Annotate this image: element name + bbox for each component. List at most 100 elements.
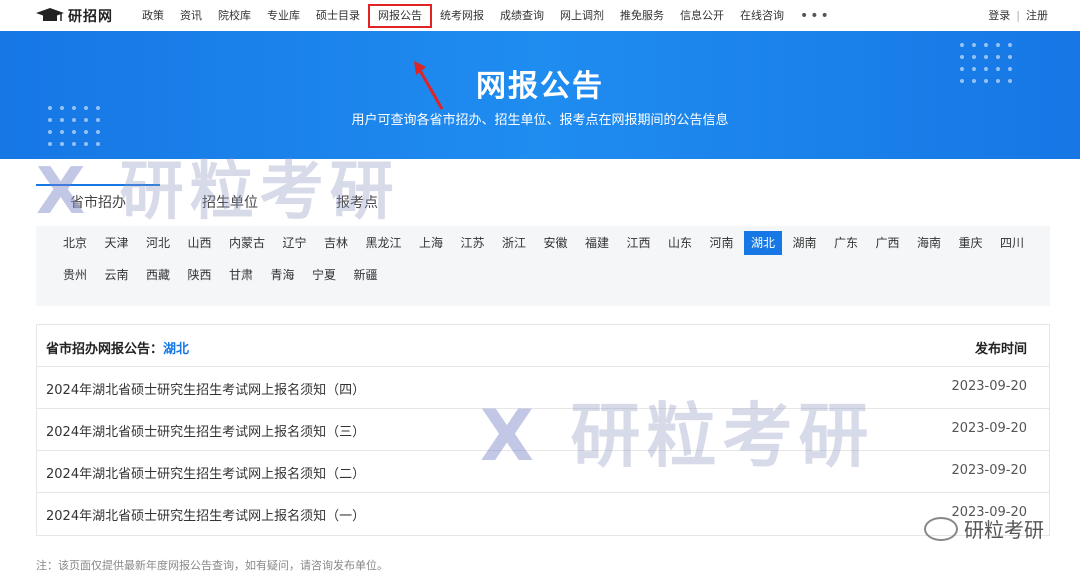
announcement-table: 省市招办网报公告：湖北 发布时间 2024年湖北省硕士研究生招生考试网上报名须知… [36,324,1050,536]
tab-exam-site[interactable]: 报考点 [336,192,378,212]
province-row1-1[interactable]: 天津 [98,231,136,255]
announcement-title[interactable]: 2024年湖北省硕士研究生招生考试网上报名须知（二） [46,463,365,482]
province-row1-4[interactable]: 内蒙古 [222,231,272,255]
province-row1-20[interactable]: 海南 [910,231,948,255]
province-row2-5[interactable]: 青海 [264,263,302,287]
table-header-label: 省市招办网报公告：湖北 [46,338,189,357]
province-row1-11[interactable]: 安徽 [537,231,575,255]
announcement-date: 2023-09-20 [951,463,1027,478]
province-row2-4[interactable]: 甘肃 [222,263,260,287]
province-row2-2[interactable]: 西藏 [139,263,177,287]
decor-dot [60,130,64,134]
nav-item-9[interactable]: 推免服务 [612,4,672,28]
decor-dot [48,130,52,134]
table-body: 2024年湖北省硕士研究生招生考试网上报名须知（四） 2023-09-20 2024… [37,367,1049,535]
decor-dot [960,43,964,47]
top-navbar: 研招网 政策 资讯 院校库 专业库 硕士目录 网报公告 统考网报 成绩查询 网上调剂 推免服务 信息… [0,0,1080,31]
province-row1-16[interactable]: 湖北 [744,231,783,255]
announcement-title[interactable]: 2024年湖北省硕士研究生招生考试网上报名须知（一） [46,505,365,524]
decor-dot [72,142,76,146]
province-row1-0[interactable]: 北京 [56,231,94,255]
table-header: 省市招办网报公告：湖北 发布时间 [37,325,1049,367]
province-selector: 北京 天津 河北 山西 内蒙古 辽宁 吉林 黑龙江 上海 江苏 浙江 安徽 福建 江西 山东 河南 湖北 湖南 广东… [36,226,1050,306]
decor-dot [996,55,1000,59]
graduation-cap-icon [36,8,64,24]
announcement-title[interactable]: 2024年湖北省硕士研究生招生考试网上报名须知（四） [46,379,365,398]
province-row1-18[interactable]: 广东 [827,231,865,255]
wechat-badge: 研粒考研 [924,514,1044,543]
nav-item-6[interactable]: 统考网报 [432,4,492,28]
nav-item-2[interactable]: 院校库 [210,4,259,28]
decor-dot [60,142,64,146]
province-row1-7[interactable]: 黑龙江 [359,231,409,255]
nav-item-0[interactable]: 政策 [134,4,172,28]
active-tab-indicator [36,184,160,186]
nav-item-5[interactable]: 网报公告 [368,3,432,28]
decor-dot [96,142,100,146]
nav-item-3[interactable]: 专业库 [259,4,308,28]
site-logo[interactable]: 研招网 [36,6,113,26]
decor-dot [972,43,976,47]
province-row1-15[interactable]: 河南 [703,231,741,255]
province-row1-6[interactable]: 吉林 [317,231,355,255]
province-row1-22[interactable]: 四川 [993,231,1031,255]
wechat-badge-text: 研粒考研 [964,518,1044,542]
announcement-title[interactable]: 2024年湖北省硕士研究生招生考试网上报名须知（三） [46,421,365,440]
decor-dot [96,130,100,134]
announcement-date: 2023-09-20 [951,379,1027,394]
table-row[interactable]: 2024年湖北省硕士研究生招生考试网上报名须知（三） 2023-09-20 [37,409,1049,451]
category-tabs: 省市招办 招生单位 报考点 [36,184,1050,224]
province-row1-17[interactable]: 湖南 [786,231,824,255]
province-row1-9[interactable]: 江苏 [454,231,492,255]
decor-dot [984,43,988,47]
province-row1-13[interactable]: 江西 [620,231,658,255]
province-row1-12[interactable]: 福建 [578,231,616,255]
province-row1-5[interactable]: 辽宁 [276,231,314,255]
province-row2-0[interactable]: 贵州 [56,263,94,287]
table-row[interactable]: 2024年湖北省硕士研究生招生考试网上报名须知（四） 2023-09-20 [37,367,1049,409]
nav-item-8[interactable]: 网上调剂 [552,4,612,28]
decor-dot [48,142,52,146]
province-row1-2[interactable]: 河北 [139,231,177,255]
hero-banner: 网报公告 用户可查询各省市招办、招生单位、报考点在网报期间的公告信息 [0,31,1080,159]
announcement-date: 2023-09-20 [951,421,1027,436]
logo-text: 研招网 [68,9,113,25]
nav-item-1[interactable]: 资讯 [172,4,210,28]
decor-dot [72,130,76,134]
table-row[interactable]: 2024年湖北省硕士研究生招生考试网上报名须知（二） 2023-09-20 [37,451,1049,493]
province-row2-6[interactable]: 宁夏 [305,263,343,287]
auth-links: 登录 | 注册 [988,7,1048,23]
page-subtitle: 用户可查询各省市招办、招生单位、报考点在网报期间的公告信息 [351,113,729,128]
nav-item-10[interactable]: 信息公开 [672,4,732,28]
province-row2-3[interactable]: 陕西 [181,263,219,287]
header-province: 湖北 [163,342,190,357]
nav-item-11[interactable]: 在线咨询 [732,4,792,28]
province-row1-8[interactable]: 上海 [412,231,450,255]
register-link[interactable]: 注册 [1026,7,1048,23]
province-row1-3[interactable]: 山西 [181,231,219,255]
province-row1-10[interactable]: 浙江 [495,231,533,255]
decor-dot [84,142,88,146]
decor-dot [84,130,88,134]
province-row1-21[interactable]: 重庆 [952,231,990,255]
auth-separator: | [1016,8,1020,22]
wechat-icon [924,516,958,541]
province-row1-14[interactable]: 山东 [661,231,699,255]
nav-item-7[interactable]: 成绩查询 [492,4,552,28]
province-row2-7[interactable]: 新疆 [347,263,385,287]
header-label-text: 省市招办网报公告： [46,342,164,357]
decor-dot [960,55,964,59]
decor-dot [972,55,976,59]
tab-provincial-office[interactable]: 省市招办 [70,192,126,212]
province-row2-1[interactable]: 云南 [98,263,136,287]
time-column-header: 发布时间 [974,342,1027,357]
decor-dot [1008,55,1012,59]
tab-admission-unit[interactable]: 招生单位 [202,192,258,212]
decor-dot [996,43,1000,47]
nav-item-4[interactable]: 硕士目录 [308,4,368,28]
login-link[interactable]: 登录 [988,7,1010,23]
more-menu-icon[interactable]: ••• [792,8,839,24]
table-row[interactable]: 2024年湖北省硕士研究生招生考试网上报名须知（一） 2023-09-20 [37,493,1049,535]
province-row1-19[interactable]: 广西 [869,231,907,255]
decor-dot [984,55,988,59]
